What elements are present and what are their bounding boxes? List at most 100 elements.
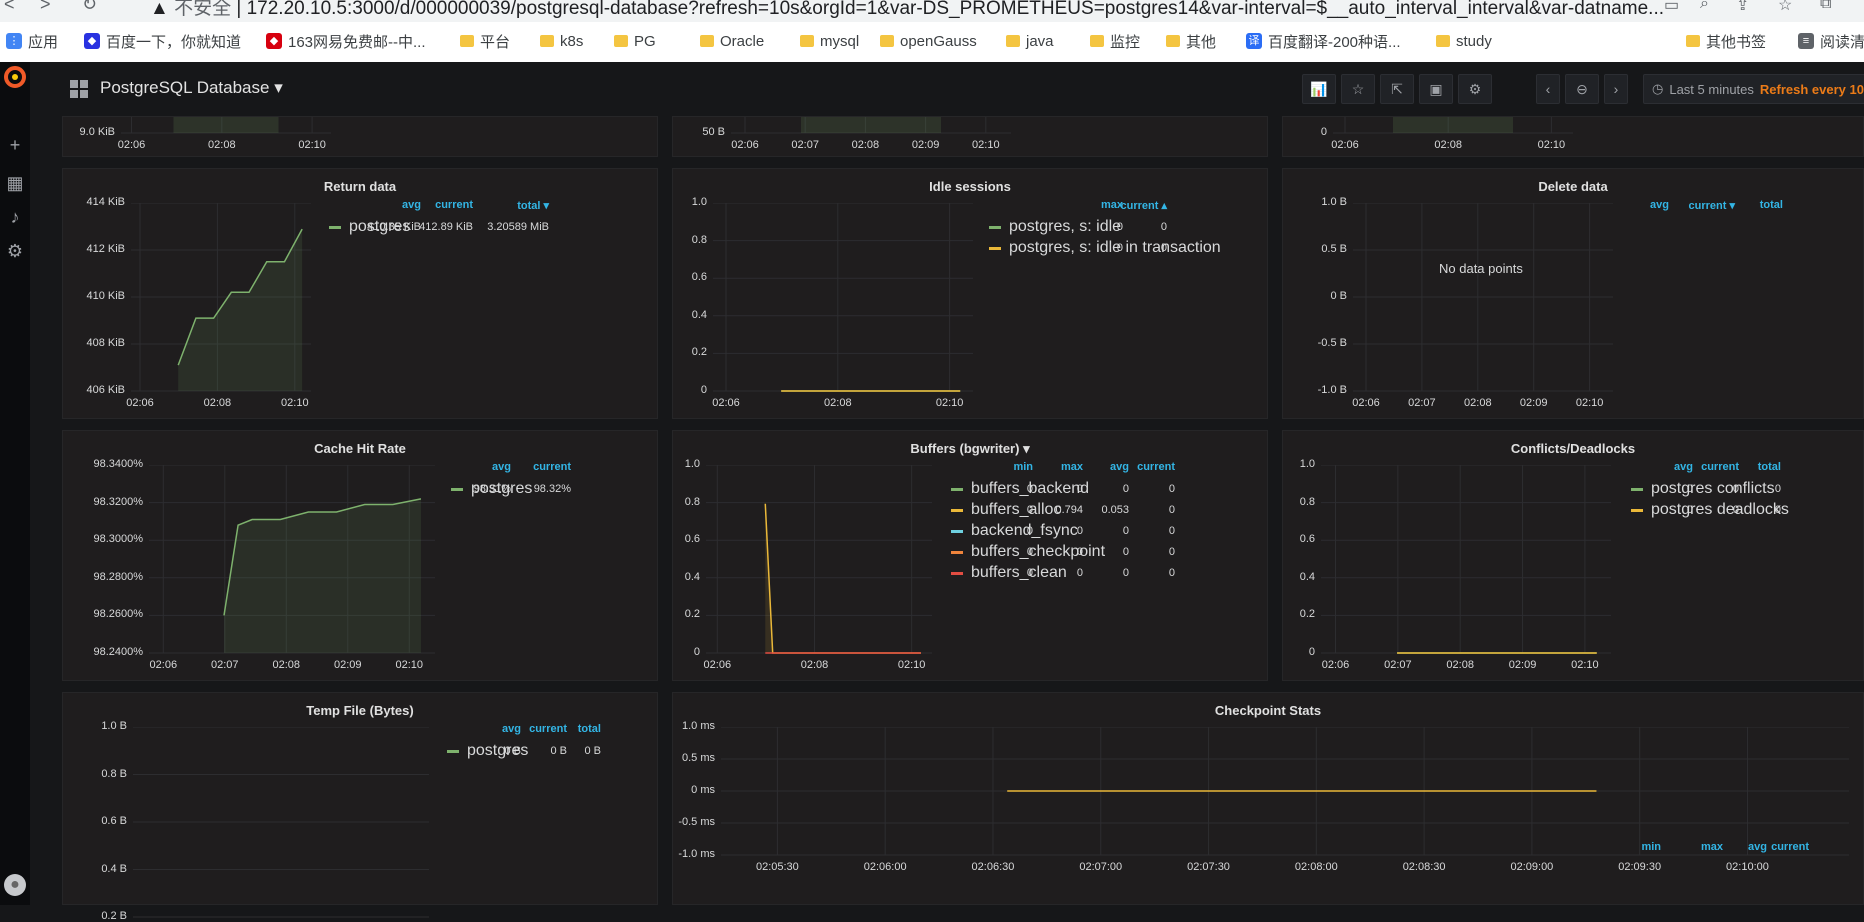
legend-column-header[interactable]: avg	[451, 461, 511, 473]
panel-top-mid[interactable]: 50 B 02:06 02:07 02:08 02:09 02:10	[672, 116, 1268, 157]
legend-column-header[interactable]: avg	[1609, 199, 1669, 211]
bookmark-10[interactable]: 监控	[1090, 31, 1140, 51]
plot-area[interactable]	[131, 203, 311, 393]
panel-buffers[interactable]: Buffers (bgwriter) ▾ 1.0 0.8 0.6 0.4 0.2 0 02:0…	[672, 430, 1268, 681]
x-tick-label: 02:08	[1464, 397, 1492, 409]
plot-area[interactable]	[706, 465, 932, 655]
panel-temp-file[interactable]: Temp File (Bytes) 1.0 B 0.8 B 0.6 B 0.4 B 0.2…	[62, 692, 658, 922]
panel-top-left[interactable]: 9.0 KiB 02:06 02:08 02:10	[62, 116, 658, 157]
x-tick-label: 02:07	[1384, 659, 1412, 671]
bookmark-14[interactable]: 其他书签	[1686, 31, 1766, 51]
legend-column-header[interactable]: current	[511, 461, 571, 473]
y-tick-label: 414 KiB	[86, 196, 125, 208]
legend-column-header[interactable]: total ▾	[489, 199, 549, 212]
plot-area[interactable]	[731, 117, 1011, 135]
time-back-button[interactable]: ‹	[1536, 74, 1560, 104]
legend-column-header[interactable]: min	[1601, 841, 1661, 853]
x-tick-label: 02:10	[972, 139, 1000, 151]
alerting-bell-icon[interactable]: ♪	[6, 208, 24, 226]
panel-title[interactable]: Buffers (bgwriter) ▾	[673, 441, 1267, 457]
series-area	[173, 117, 279, 133]
bookmark-4[interactable]: k8s	[540, 31, 583, 51]
url-field[interactable]: ▲ 不安全 | 172.20.10.5:3000/d/000000039/pos…	[150, 0, 1664, 20]
legend-column-header[interactable]: current	[1115, 461, 1175, 473]
forward-icon[interactable]: >	[40, 0, 51, 15]
time-forward-button[interactable]: ›	[1604, 74, 1628, 104]
plot-area[interactable]	[121, 117, 331, 135]
grafana-logo-icon[interactable]	[2, 64, 28, 90]
bookmark-11[interactable]: 其他	[1166, 31, 1216, 51]
extension-icon[interactable]: ⧉	[1820, 0, 1831, 13]
plot-area[interactable]	[1321, 465, 1611, 655]
add-panel-button[interactable]: 📊	[1302, 74, 1336, 104]
plot-area[interactable]	[1353, 203, 1613, 393]
panel-conflicts[interactable]: Conflicts/Deadlocks 1.0 0.8 0.6 0.4 0.2 0 02:06…	[1282, 430, 1864, 681]
star-button[interactable]: ☆	[1341, 74, 1375, 104]
time-picker[interactable]: ◷ Last 5 minutes Refresh every 10s	[1643, 74, 1864, 104]
bookmark-2[interactable]: ◆ 163网易免费邮--中...	[266, 31, 426, 51]
bookmark-star-icon[interactable]: ☆	[1778, 0, 1792, 15]
plot-area[interactable]	[713, 203, 973, 393]
panel-title[interactable]: Return data	[63, 179, 657, 194]
bookmark-8[interactable]: openGauss	[880, 31, 977, 51]
plot-area[interactable]	[149, 465, 435, 655]
back-icon[interactable]: <	[4, 0, 15, 15]
user-avatar[interactable]: ●	[4, 874, 26, 896]
share-button[interactable]: ⇱	[1380, 74, 1414, 104]
legend-column-header[interactable]: current ▴	[1107, 199, 1167, 212]
bookmark-9[interactable]: java	[1006, 31, 1054, 51]
reload-icon[interactable]: ↻	[82, 0, 97, 15]
panel-idle-sessions[interactable]: Idle sessions 1.0 0.8 0.6 0.4 0.2 0 02:06 02:08 0…	[672, 168, 1268, 419]
panel-top-right[interactable]: 0 02:06 02:08 02:10	[1282, 116, 1864, 157]
plot-area[interactable]	[1333, 117, 1573, 135]
address-bar[interactable]: < > ↻ ▲ 不安全 | 172.20.10.5:3000/d/0000000…	[0, 0, 1864, 22]
panel-title[interactable]: Checkpoint Stats	[673, 703, 1863, 718]
panel-title[interactable]: Idle sessions	[673, 179, 1267, 194]
legend-column-header[interactable]: total	[541, 723, 601, 735]
x-tick-label: 02:09	[1519, 397, 1548, 409]
panel-cache-hit[interactable]: Cache Hit Rate 98.3400% 98.3200% 98.3000% 98…	[62, 430, 658, 681]
grafana-sidebar: + ▦ ♪ ⚙ ●	[0, 62, 30, 905]
create-plus-icon[interactable]: +	[6, 136, 24, 154]
share-icon[interactable]: ⇪	[1736, 0, 1749, 15]
bookmark-1[interactable]: ◆ 百度一下，你就知道	[84, 31, 241, 51]
configuration-gear-icon[interactable]: ⚙	[6, 242, 24, 260]
plot-area[interactable]	[721, 727, 1849, 857]
legend-column-header[interactable]: total	[1723, 199, 1783, 211]
panel-title[interactable]: Conflicts/Deadlocks	[1283, 441, 1863, 456]
bookmark-15[interactable]: ≡ 阅读清	[1798, 31, 1864, 51]
legend-swatch	[989, 225, 1001, 229]
bookmark-6[interactable]: Oracle	[700, 31, 764, 51]
zoom-out-icon: ⊖	[1576, 80, 1588, 97]
save-button[interactable]: ▣	[1419, 74, 1453, 104]
panel-title[interactable]: Temp File (Bytes)	[63, 703, 657, 718]
bookmark-3[interactable]: 平台	[460, 31, 510, 51]
zoom-out-button[interactable]: ⊖	[1565, 74, 1599, 104]
plot-area[interactable]	[133, 727, 429, 919]
panel-title[interactable]: Delete data	[1283, 179, 1863, 194]
panel-title[interactable]: Cache Hit Rate	[63, 441, 657, 456]
panel-checkpoint[interactable]: Checkpoint Stats 1.0 ms 0.5 ms 0 ms -0.5 ms -…	[672, 692, 1864, 905]
bookmark-13[interactable]: study	[1436, 31, 1492, 51]
bookmarks-bar: ⋮ 应用 ◆ 百度一下，你就知道 ◆ 163网易免费邮--中... 平台 k8s PG Oracl…	[0, 28, 1864, 54]
y-tick-label: 0.2	[684, 608, 700, 621]
bookmark-0[interactable]: ⋮ 应用	[6, 31, 58, 51]
y-tick-label: 0	[1308, 646, 1315, 658]
bookmark-12[interactable]: 译百度翻译-200种语...	[1246, 31, 1401, 51]
settings-button[interactable]: ⚙	[1458, 74, 1492, 104]
series-area	[765, 503, 921, 653]
legend-value: 0	[1160, 242, 1167, 254]
legend-column-header[interactable]: total	[1721, 461, 1781, 473]
y-tick-label: 0.6	[691, 271, 707, 284]
panel-delete-data[interactable]: Delete data 1.0 B 0.5 B 0 B -0.5 B -1.0 B 02:0…	[1282, 168, 1864, 419]
legend-column-header[interactable]: current	[413, 199, 473, 211]
bookmark-5[interactable]: PG	[614, 31, 656, 51]
screen-cast-icon[interactable]: ▭	[1664, 0, 1679, 15]
dashboard-title[interactable]: PostgreSQL Database ▾	[100, 78, 283, 98]
legend-column-header[interactable]: avg	[361, 199, 421, 211]
panel-return-data[interactable]: Return data 414 KiB 412 KiB 410 KiB 408 KiB 4…	[62, 168, 658, 419]
bookmark-7[interactable]: mysql	[800, 31, 859, 51]
dashboards-icon[interactable]: ▦	[6, 174, 24, 192]
zoom-icon[interactable]: ⌕	[1700, 0, 1709, 13]
legend-column-header[interactable]: current	[1749, 841, 1809, 853]
